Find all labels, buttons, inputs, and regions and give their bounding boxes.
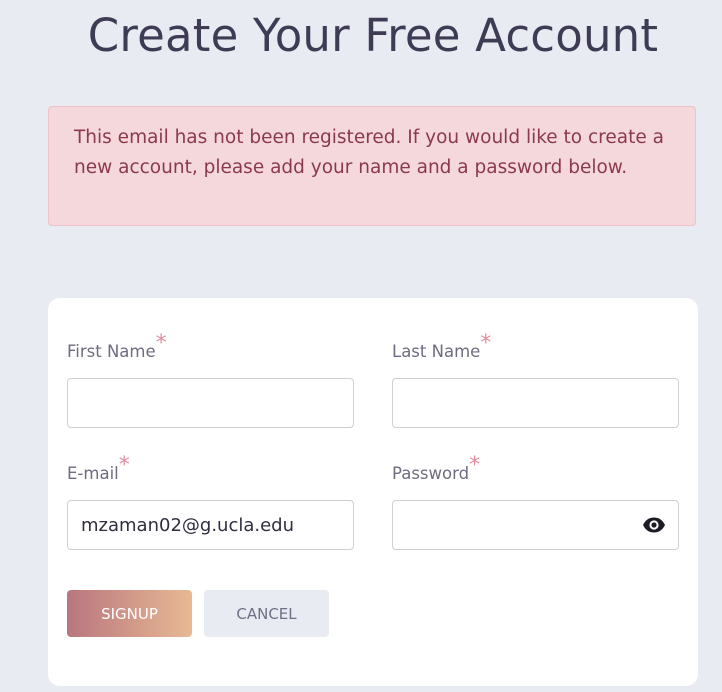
password-label-text: Password [392, 464, 470, 483]
last-name-label: Last Name* [392, 331, 679, 368]
last-name-input[interactable] [392, 378, 679, 428]
email-label-text: E-mail [67, 464, 119, 483]
last-name-field: Last Name* [392, 331, 679, 428]
email-field: E-mail* [67, 453, 354, 550]
email-input[interactable] [67, 500, 354, 550]
first-name-label-text: First Name [67, 342, 156, 361]
required-asterisk: * [480, 331, 492, 356]
email-label: E-mail* [67, 453, 354, 490]
password-field: Password* [392, 453, 679, 550]
eye-icon[interactable] [642, 514, 666, 536]
first-name-field: First Name* [67, 331, 354, 428]
page-title: Create Your Free Account [87, 9, 659, 62]
first-name-input[interactable] [67, 378, 354, 428]
last-name-label-text: Last Name [392, 342, 481, 361]
password-input[interactable] [392, 500, 679, 550]
signup-form-card: First Name* Last Name* E-mail* Password*… [48, 298, 698, 686]
alert-message: This email has not been registered. If y… [48, 106, 696, 226]
password-input-wrapper [392, 500, 679, 550]
first-name-label: First Name* [67, 331, 354, 368]
required-asterisk: * [118, 453, 130, 478]
password-label: Password* [392, 453, 679, 490]
signup-button[interactable]: SIGNUP [67, 590, 192, 637]
required-asterisk: * [155, 331, 167, 356]
cancel-button[interactable]: CANCEL [204, 590, 329, 637]
required-asterisk: * [469, 453, 481, 478]
